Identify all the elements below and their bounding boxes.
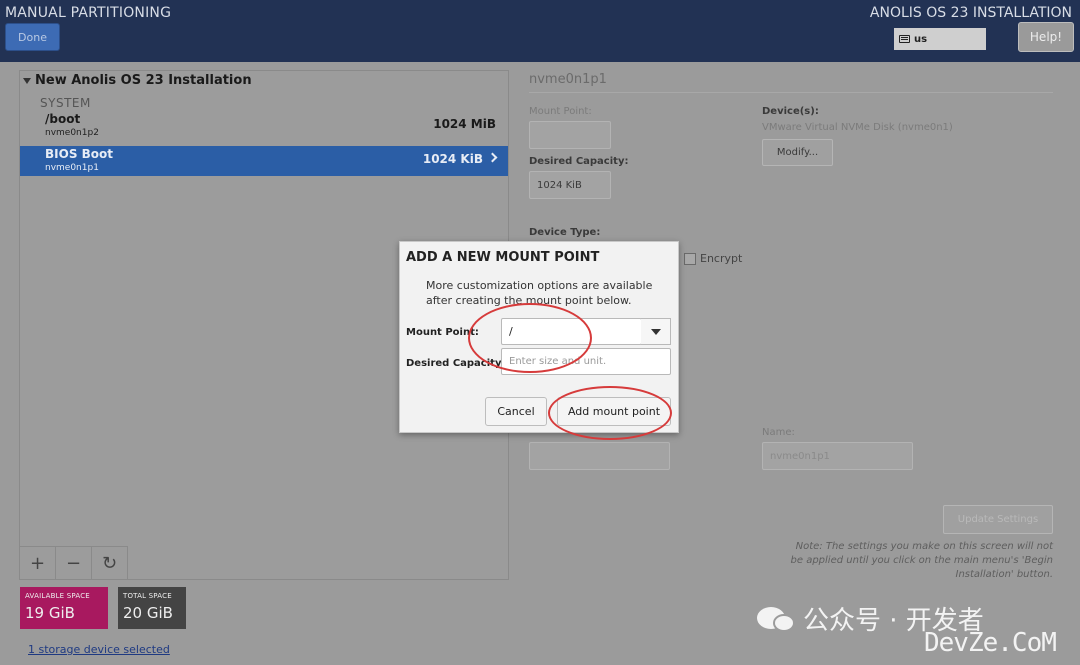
available-space-label: AVAILABLE SPACE xyxy=(25,592,90,600)
expander-triangle-icon xyxy=(23,77,31,84)
installation-title: New Anolis OS 23 Installation xyxy=(35,73,252,88)
mount-point-label: Mount Point: xyxy=(529,106,592,117)
device-name: VMware Virtual NVMe Disk (nvme0n1) xyxy=(762,122,953,133)
chevron-down-icon xyxy=(650,328,661,335)
partition-size: 1024 MiB xyxy=(433,117,496,131)
storage-device-link[interactable]: 1 storage device selected xyxy=(28,643,170,656)
annotation-ellipse-add-button xyxy=(548,386,672,440)
chevron-right-icon xyxy=(487,152,498,163)
update-settings-button[interactable]: Update Settings xyxy=(943,505,1053,534)
partition-name: /boot xyxy=(45,112,81,126)
remove-partition-button[interactable]: − xyxy=(56,547,92,579)
total-space-label: TOTAL SPACE xyxy=(123,592,172,600)
watermark-site: DevZe.CoM xyxy=(924,628,1057,658)
partition-device: nvme0n1p1 xyxy=(45,163,99,173)
total-space-value: 20 GiB xyxy=(123,604,173,622)
keyboard-icon xyxy=(899,35,910,43)
partition-name: BIOS Boot xyxy=(45,147,114,161)
divider xyxy=(529,92,1053,93)
available-space-badge: AVAILABLE SPACE 19 GiB xyxy=(20,587,108,629)
partition-row-boot[interactable]: /boot nvme0n1p2 1024 MiB xyxy=(20,111,508,141)
partition-size: 1024 KiB xyxy=(422,152,483,166)
partition-row-bios-boot[interactable]: BIOS Boot nvme0n1p1 1024 KiB xyxy=(20,146,508,176)
partition-device: nvme0n1p2 xyxy=(45,128,99,138)
partition-toolbar: + − ↻ xyxy=(20,546,128,579)
devices-label: Device(s): xyxy=(762,106,819,117)
device-type-label: Device Type: xyxy=(529,227,601,238)
keyboard-layout-label: us xyxy=(914,33,928,45)
label-field[interactable] xyxy=(529,442,670,470)
dialog-title: ADD A NEW MOUNT POINT xyxy=(406,250,600,265)
modify-button[interactable]: Modify... xyxy=(762,139,833,166)
total-space-badge: TOTAL SPACE 20 GiB xyxy=(118,587,186,629)
encrypt-checkbox-row[interactable]: Encrypt xyxy=(684,252,742,265)
mount-point-field[interactable] xyxy=(529,121,611,149)
desired-capacity-label: Desired Capacity: xyxy=(529,156,629,167)
name-field[interactable]: nvme0n1p1 xyxy=(762,442,913,470)
system-section-label: SYSTEM xyxy=(40,96,91,110)
refresh-button[interactable]: ↻ xyxy=(92,547,128,579)
cancel-button[interactable]: Cancel xyxy=(485,397,547,426)
annotation-ellipse-mount-point xyxy=(468,303,592,373)
desired-capacity-field[interactable]: 1024 KiB xyxy=(529,171,611,199)
add-partition-button[interactable]: + xyxy=(20,547,56,579)
wechat-icon xyxy=(757,604,797,634)
top-bar: MANUAL PARTITIONING ANOLIS OS 23 INSTALL… xyxy=(0,0,1080,62)
settings-note: Note: The settings you make on this scre… xyxy=(790,541,1053,580)
page-title: MANUAL PARTITIONING xyxy=(5,5,172,21)
product-title: ANOLIS OS 23 INSTALLATION xyxy=(869,5,1072,21)
encrypt-checkbox[interactable] xyxy=(684,252,696,265)
available-space-value: 19 GiB xyxy=(25,604,75,622)
encrypt-label: Encrypt xyxy=(700,252,743,265)
name-label: Name: xyxy=(762,427,795,438)
keyboard-layout-selector[interactable]: us xyxy=(894,28,986,50)
partition-details-title: nvme0n1p1 xyxy=(529,72,607,87)
help-button[interactable]: Help! xyxy=(1018,22,1074,52)
installation-tree-header[interactable]: New Anolis OS 23 Installation xyxy=(23,73,252,88)
done-button[interactable]: Done xyxy=(5,23,60,51)
mount-point-dropdown-button[interactable] xyxy=(641,318,671,345)
